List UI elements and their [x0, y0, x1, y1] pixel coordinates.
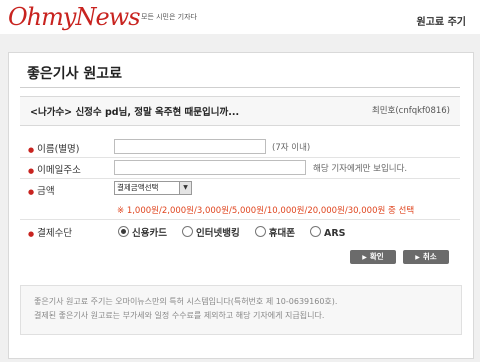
page-title: 좋은기사 원고료	[27, 66, 123, 82]
arrow-right-icon: ▶	[415, 254, 420, 261]
title-divider	[20, 87, 460, 88]
payment-option-credit-card[interactable]: 신용카드	[118, 225, 167, 239]
logo-tagline: 모든 시민은 기자다	[141, 13, 197, 21]
bullet-icon: ●	[28, 187, 35, 196]
radio-icon[interactable]	[182, 226, 193, 237]
footer-notice-line-1: 좋은기사 원고료 주기는 오마이뉴스만의 특허 시스템입니다(특허번호 제 10…	[34, 297, 338, 306]
amount-label: ● 금액	[28, 186, 55, 197]
amount-select-value: 결제금액선택	[117, 183, 159, 192]
amount-options-note: ※ 1,000원/2,000원/3,000원/5,000원/10,000원/20…	[117, 206, 415, 216]
top-bar: OhmyNews 모든 시민은 기자다 원고료 주기	[0, 0, 480, 34]
arrow-right-icon: ▶	[362, 254, 367, 261]
email-label: ● 이메일주소	[28, 165, 81, 176]
name-label: ● 이름(별명)	[28, 144, 80, 155]
email-hint: 해당 기자에게만 보입니다.	[313, 164, 408, 174]
payment-methods: 신용카드 인터넷뱅킹 휴대폰 ARS	[118, 225, 358, 239]
article-author: 최민호(cnfqkf0816)	[371, 106, 450, 116]
chevron-down-icon[interactable]: ▼	[179, 182, 191, 194]
payment-option-mobile-phone[interactable]: 휴대폰	[254, 225, 295, 239]
ohmynews-logo[interactable]: OhmyNews	[8, 3, 141, 31]
name-input[interactable]	[114, 139, 266, 154]
row-divider	[20, 157, 460, 158]
bullet-icon: ●	[28, 145, 35, 154]
radio-icon[interactable]	[310, 226, 321, 237]
payment-option-ars[interactable]: ARS	[310, 226, 346, 239]
radio-selected-icon[interactable]	[118, 226, 129, 237]
row-divider	[20, 219, 460, 220]
cancel-button[interactable]: ▶ 취소	[403, 250, 449, 264]
radio-icon[interactable]	[254, 226, 266, 237]
bullet-icon: ●	[28, 229, 35, 238]
page-label: 원고료 주기	[416, 17, 466, 28]
confirm-button[interactable]: ▶ 확인	[350, 250, 396, 264]
payment-option-internet-banking[interactable]: 인터넷뱅킹	[182, 225, 240, 239]
footer-notice-line-2: 결제된 좋은기사 원고료는 부가세와 일정 수수료를 제외하고 해당 기자에게 …	[34, 311, 325, 320]
name-hint: (7자 이내)	[272, 143, 311, 153]
email-input[interactable]	[114, 160, 306, 175]
bullet-icon: ●	[28, 166, 35, 175]
payment-label: ● 결제수단	[28, 228, 73, 239]
amount-select[interactable]: 결제금액선택 ▼	[114, 181, 192, 195]
row-divider	[20, 178, 460, 179]
article-title: <나가수> 신정수 pd님, 정말 옥주현 때문입니까...	[30, 107, 240, 118]
